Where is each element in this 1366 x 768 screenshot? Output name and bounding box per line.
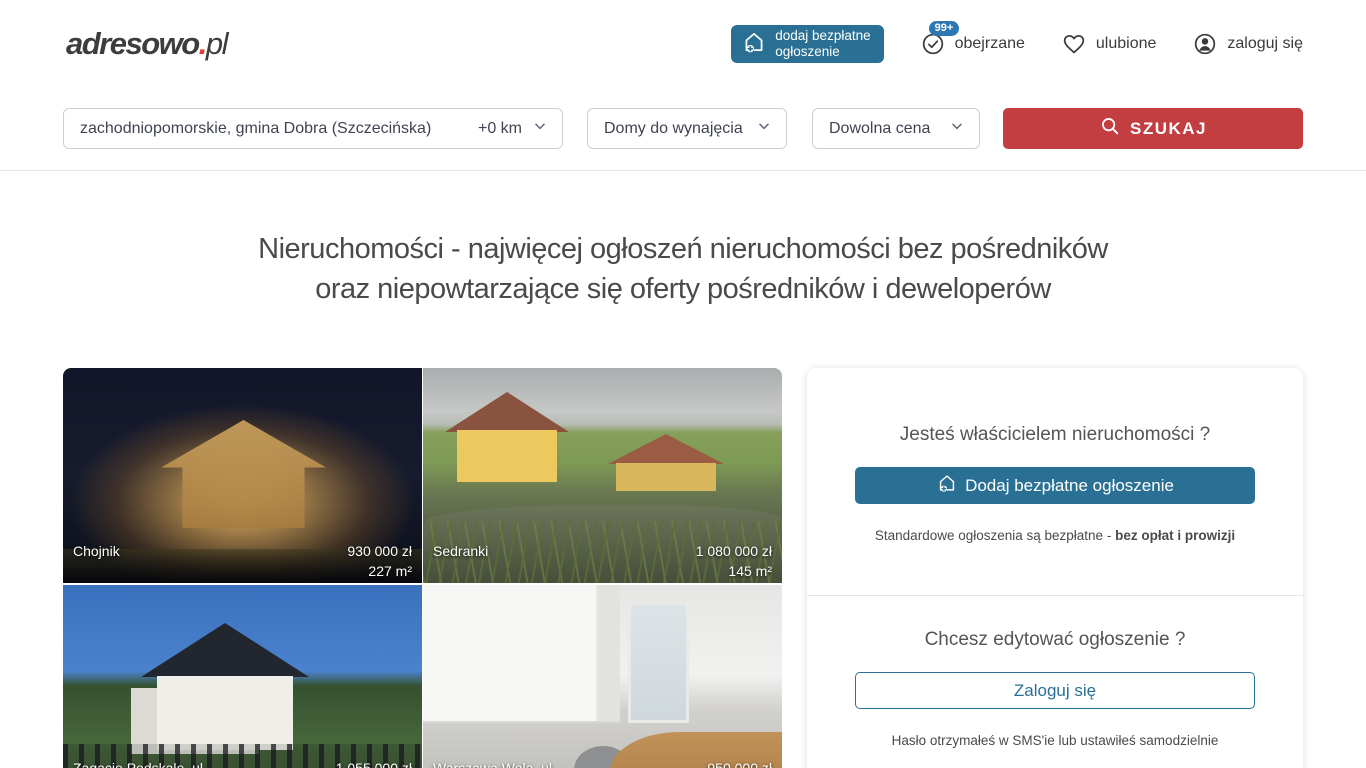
person-circle-icon: [1192, 31, 1218, 57]
sidebar-add-listing-label: Dodaj bezpłatne ogłoszenie: [965, 476, 1174, 496]
logo-tld: pl: [206, 26, 227, 61]
edit-note: Hasło otrzymałeś w SMS'ie lub ustawiłeś …: [807, 733, 1303, 748]
listing-caption: Sedranki 1 080 000 zł 145 m²: [433, 543, 772, 579]
sidebar-add-listing-button[interactable]: Dodaj bezpłatne ogłoszenie: [855, 467, 1255, 504]
edit-heading: Chcesz edytować ogłoszenie ?: [807, 596, 1303, 651]
listing-price: 950 000 zł: [707, 760, 772, 768]
listing-area: 227 m²: [73, 563, 412, 579]
listing-caption: Zagacie Podskale, ul. 1 055 000 zł: [73, 760, 412, 768]
header-actions: dodaj bezpłatne ogłoszenie 99+ obejrzane…: [731, 25, 1303, 63]
viewed-count-badge: 99+: [929, 21, 960, 36]
category-value: Domy do wynajęcia: [604, 120, 743, 138]
page-title: Nieruchomości - najwięcej ogłoszeń nieru…: [0, 229, 1366, 309]
listing-photo: [423, 585, 782, 768]
add-listing-button[interactable]: dodaj bezpłatne ogłoszenie: [731, 25, 883, 63]
search-button-label: SZUKAJ: [1130, 119, 1207, 139]
sidebar-login-label: Zaloguj się: [1014, 681, 1096, 701]
magnifier-icon: [1099, 115, 1121, 142]
owner-note: Standardowe ogłoszenia są bezpłatne - be…: [807, 528, 1303, 543]
chevron-down-icon: [756, 118, 772, 139]
owner-panel: Jesteś właścicielem nieruchomości ? Doda…: [807, 368, 1303, 768]
heart-icon: [1061, 31, 1087, 57]
price-value: Dowolna cena: [829, 120, 930, 138]
search-button[interactable]: SZUKAJ: [1003, 108, 1303, 149]
listing-price: 1 080 000 zł: [696, 543, 772, 559]
listing-name: Zagacie Podskale, ul.: [73, 760, 207, 768]
favorites-button[interactable]: ulubione: [1061, 31, 1157, 57]
sidebar-login-button[interactable]: Zaloguj się: [855, 672, 1255, 709]
listing-name: Chojnik: [73, 543, 120, 559]
favorites-label: ulubione: [1096, 35, 1157, 53]
listing-caption: Warszawa Wola, ul. 950 000 zł: [433, 760, 772, 768]
add-listing-label: dodaj bezpłatne ogłoszenie: [775, 28, 870, 60]
house-plus-icon: [741, 29, 767, 59]
listing-price: 1 055 000 zł: [336, 760, 412, 768]
price-select[interactable]: Dowolna cena: [812, 108, 980, 149]
house-plus-icon: [936, 472, 958, 499]
listing-photo: [63, 585, 422, 768]
logo-dot: .: [199, 26, 206, 61]
chevron-down-icon: [949, 118, 965, 139]
listing-area: 145 m²: [433, 563, 772, 579]
category-select[interactable]: Domy do wynajęcia: [587, 108, 787, 149]
listing-card[interactable]: Warszawa Wola, ul. 950 000 zł: [423, 585, 782, 768]
listing-card[interactable]: Zagacie Podskale, ul. 1 055 000 zł: [63, 585, 422, 768]
radius-value[interactable]: +0 km: [478, 120, 522, 138]
login-button[interactable]: zaloguj się: [1192, 31, 1303, 57]
chevron-down-icon[interactable]: [532, 118, 548, 139]
logo-text: adresowo: [66, 26, 199, 61]
location-value: zachodniopomorskie, gmina Dobra (Szczeci…: [80, 120, 478, 138]
listing-card[interactable]: Chojnik 930 000 zł 227 m²: [63, 368, 422, 583]
owner-heading: Jesteś właścicielem nieruchomości ?: [807, 368, 1303, 446]
listing-name: Warszawa Wola, ul.: [433, 760, 556, 768]
listing-caption: Chojnik 930 000 zł 227 m²: [73, 543, 412, 579]
listing-price: 930 000 zł: [347, 543, 412, 559]
login-label: zaloguj się: [1227, 35, 1303, 53]
viewed-button[interactable]: 99+ obejrzane: [920, 31, 1025, 57]
listing-name: Sedranki: [433, 543, 488, 559]
viewed-label: obejrzane: [955, 35, 1025, 53]
site-logo[interactable]: adresowo.pl: [66, 26, 227, 62]
location-input[interactable]: zachodniopomorskie, gmina Dobra (Szczeci…: [63, 108, 563, 149]
listings-grid: Chojnik 930 000 zł 227 m² Sedranki 1 080…: [63, 368, 782, 768]
header-divider: [0, 170, 1366, 171]
listing-card[interactable]: Sedranki 1 080 000 zł 145 m²: [423, 368, 782, 583]
